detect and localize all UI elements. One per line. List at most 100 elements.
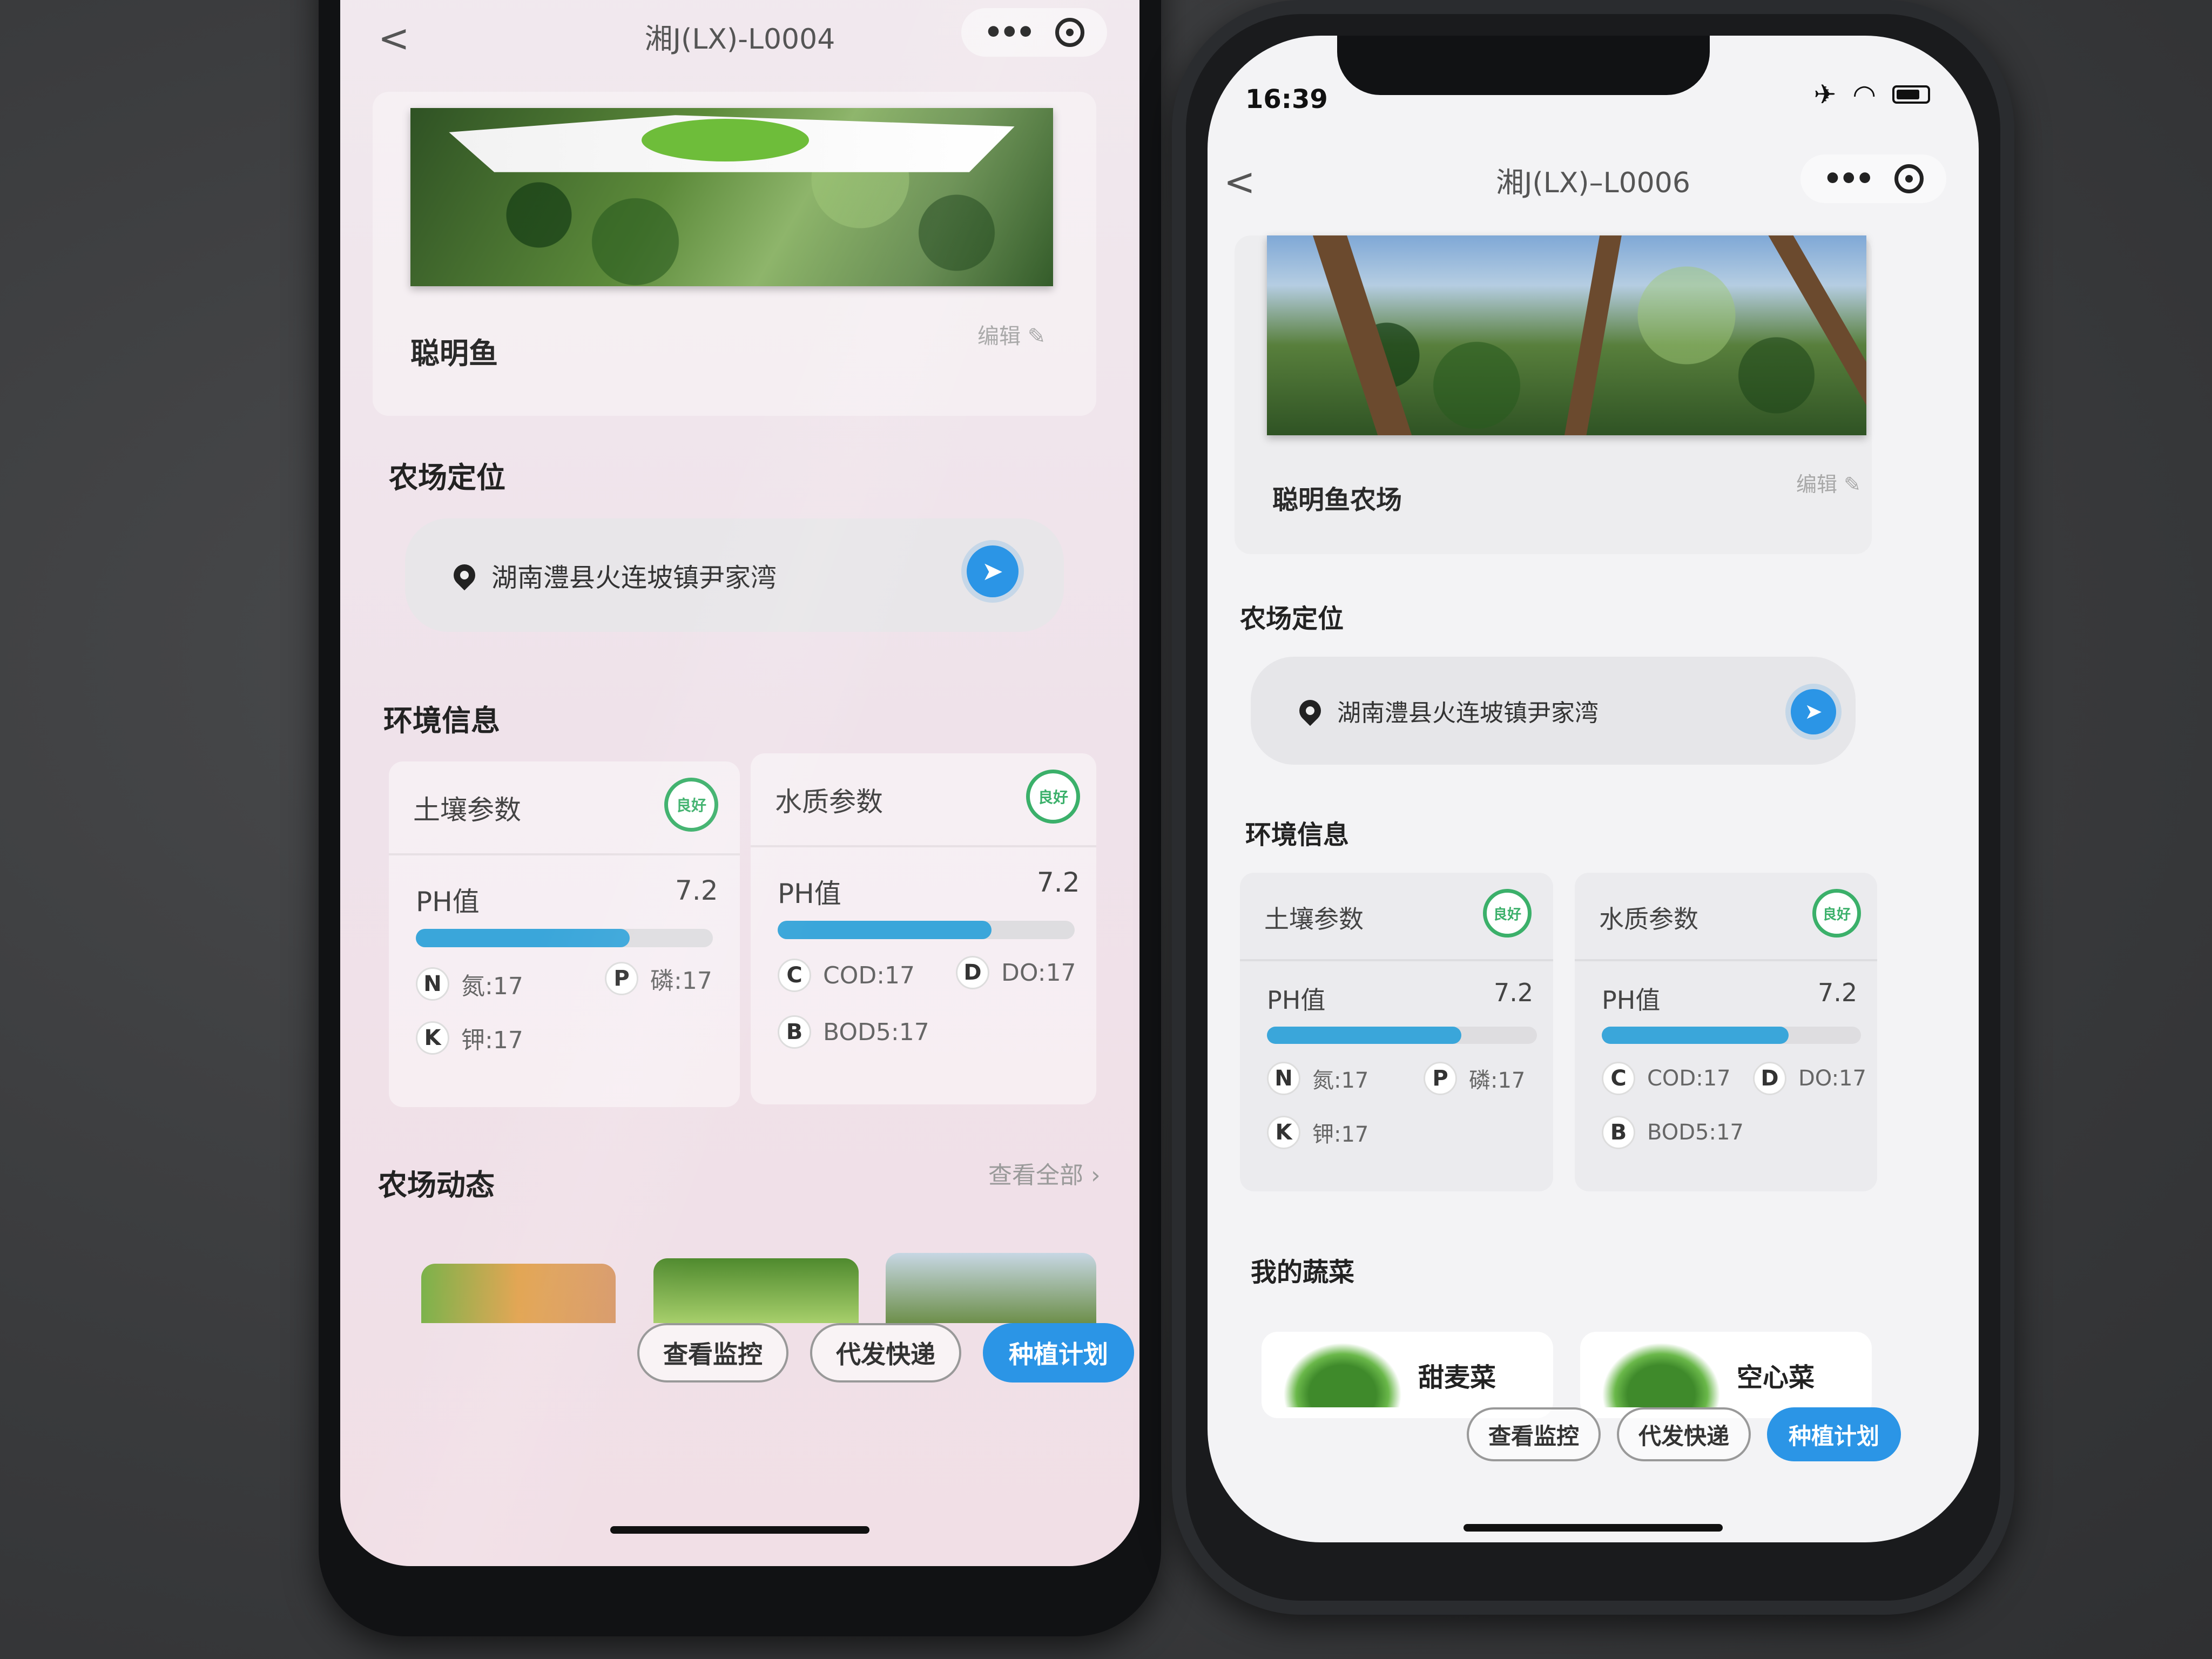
chevron-right-icon: › [1091,1162,1101,1189]
chip-text: 氮:17 [461,973,523,1000]
chip-letter: N [416,967,449,1001]
ph-bar-fill [778,921,992,939]
send-express-button[interactable]: 代发快递 [810,1323,961,1382]
vegetable-card[interactable]: 甜麦菜 [1262,1332,1553,1418]
ph-bar [1267,1027,1537,1044]
nav-bar: < 湘J(LX)–L0006 ••• [1208,144,1979,208]
status-badge: 良好 [1812,889,1861,938]
more-icon[interactable]: ••• [1823,161,1874,197]
chip-phosphorus: P 磷:17 [1424,1062,1525,1095]
ph-value: 7.2 [675,875,718,906]
chip-letter: K [1267,1116,1300,1149]
location-bar[interactable]: 湖南澧县火连坡镇尹家湾 [1251,657,1856,765]
chip-do: D DO:17 [956,956,1076,989]
chip-letter: B [778,1015,811,1049]
ph-value: 7.2 [1494,978,1534,1007]
home-indicator [1464,1524,1723,1532]
vegetable-image [1602,1343,1721,1407]
edit-link[interactable]: 编辑 ✎ [977,319,1046,350]
water-param-card[interactable]: 水质参数 良好 PH值 7.2 C COD:17 D DO:17 B BOD5:… [1575,873,1877,1191]
water-card-title: 水质参数 [775,786,883,818]
ph-bar-fill [1267,1027,1461,1044]
edit-pencil-icon: ✎ [1844,473,1861,496]
left-phone: < 湘J(LX)-L0004 ••• 聪明鱼 编辑 ✎ 农场定位 湖南澧县火连坡… [319,0,1161,1636]
chip-nitrogen: N 氮:17 [1267,1062,1368,1095]
mini-program-capsule: ••• [1800,154,1946,203]
chip-text: COD:17 [1647,1066,1731,1091]
chip-bod5: B BOD5:17 [1602,1116,1744,1149]
dynamics-thumbnail[interactable] [886,1253,1096,1323]
soil-param-card[interactable]: 土壤参数 良好 PH值 7.2 N 氮:17 P 磷:17 K 钾:17 [1240,873,1553,1191]
navigate-arrow-icon[interactable]: ➤ [967,545,1019,597]
location-text: 湖南澧县火连坡镇尹家湾 [1337,699,1599,727]
soil-card-title: 土壤参数 [1264,905,1364,934]
ph-label: PH值 [778,878,841,909]
location-pin-icon [449,559,480,591]
vegetable-name: 甜麦菜 [1418,1363,1496,1393]
more-icon[interactable]: ••• [984,15,1035,50]
farm-name: 聪明鱼农场 [1272,485,1402,515]
send-express-button[interactable]: 代发快递 [1617,1407,1751,1461]
soil-card-title: 土壤参数 [413,794,521,826]
view-monitor-button[interactable]: 查看监控 [1467,1407,1601,1461]
chip-text: 磷:17 [1469,1068,1526,1093]
left-screen: < 湘J(LX)-L0004 ••• 聪明鱼 编辑 ✎ 农场定位 湖南澧县火连坡… [340,0,1139,1566]
nav-bar: < 湘J(LX)-L0004 ••• [340,0,1139,65]
chip-text: COD:17 [823,961,915,989]
vegetable-name: 空心菜 [1737,1363,1815,1393]
env-section-title: 环境信息 [1245,820,1350,850]
chip-potassium: K 钾:17 [1267,1116,1368,1149]
planting-plan-button[interactable]: 种植计划 [983,1323,1134,1382]
vegetables-section-title: 我的蔬菜 [1251,1257,1355,1287]
close-icon[interactable] [1894,164,1924,193]
chip-text: DO:17 [1001,959,1076,987]
chip-nitrogen: N 氮:17 [416,967,523,1001]
chip-letter: B [1602,1116,1635,1149]
home-indicator [610,1526,869,1534]
navigate-arrow-icon[interactable]: ➤ [1791,689,1836,734]
location-section-title: 农场定位 [389,461,505,495]
status-time: 16:39 [1245,84,1328,114]
soil-param-card[interactable]: 土壤参数 良好 PH值 7.2 N 氮:17 P 磷:17 K 钾:17 [389,761,740,1107]
farm-banner-image [1267,235,1866,435]
vegetable-card[interactable]: 空心菜 [1580,1332,1872,1418]
edit-pencil-icon: ✎ [1027,324,1046,349]
right-screen: 16:39 ✈ ◠ < 湘J(LX)–L0006 ••• 聪明鱼农场 编辑 ✎ … [1208,36,1979,1542]
wifi-icon: ◠ [1852,79,1876,110]
chip-text: 钾:17 [461,1027,523,1054]
edit-link[interactable]: 编辑 ✎ [1796,468,1861,497]
edit-label: 编辑 [977,324,1021,349]
ph-label: PH值 [1267,986,1326,1015]
location-section-title: 农场定位 [1240,604,1344,634]
edit-label: 编辑 [1796,473,1838,496]
ph-bar-fill [416,929,630,947]
dynamics-thumbnail[interactable] [421,1264,616,1323]
chip-letter: P [605,962,638,995]
ph-label: PH值 [416,886,480,918]
close-icon[interactable] [1055,18,1085,47]
chip-letter: K [416,1021,449,1055]
chip-letter: N [1267,1062,1300,1095]
status-badge: 良好 [1483,889,1532,938]
bottom-action-bar: 查看监控 代发快递 种植计划 [1467,1407,1901,1461]
ph-bar-fill [1602,1027,1789,1044]
right-phone: 16:39 ✈ ◠ < 湘J(LX)–L0006 ••• 聪明鱼农场 编辑 ✎ … [1172,0,2014,1615]
chip-phosphorus: P 磷:17 [605,961,712,996]
chip-text: BOD5:17 [1647,1120,1744,1145]
chip-cod: C COD:17 [1602,1062,1731,1095]
water-param-card[interactable]: 水质参数 良好 PH值 7.2 C COD:17 D DO:17 B BOD5:… [751,753,1096,1104]
chip-text: BOD5:17 [823,1018,929,1046]
location-text: 湖南澧县火连坡镇尹家湾 [491,563,777,593]
chip-letter: D [1753,1062,1786,1095]
location-bar[interactable]: 湖南澧县火连坡镇尹家湾 [405,518,1064,632]
dynamics-thumbnail[interactable] [653,1258,859,1323]
view-monitor-button[interactable]: 查看监控 [637,1323,788,1382]
chip-text: 钾:17 [1312,1122,1369,1147]
chip-text: 磷:17 [650,967,712,995]
planting-plan-button[interactable]: 种植计划 [1767,1407,1901,1461]
logo-badge [642,118,809,161]
battery-icon [1892,85,1930,104]
status-badge: 良好 [664,778,718,832]
env-section-title: 环境信息 [383,704,500,738]
view-all-link[interactable]: 查看全部 › [988,1156,1101,1190]
